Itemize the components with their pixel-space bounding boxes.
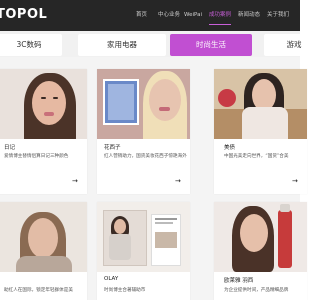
case-photo: [214, 202, 307, 272]
nav-item-news[interactable]: 新闻动态: [238, 0, 260, 31]
case-photo: [97, 69, 190, 139]
tab-games[interactable]: 游戏: [264, 34, 320, 56]
case-title: 美债: [224, 145, 236, 151]
tab-3c-digital[interactable]: 3C数码: [0, 34, 62, 56]
top-nav-bar: TOPOL 首页 中心业务 WeiPai 成功案例 新闻动态 关于我们: [0, 0, 300, 31]
arrow-right-icon[interactable]: →: [292, 177, 298, 185]
case-photo: [214, 69, 307, 139]
case-photo: [0, 69, 87, 139]
case-card[interactable]: 日记 爱情博主替情侣算日记三种颜色 →: [0, 69, 87, 194]
active-nav-underline: [209, 23, 232, 25]
case-title: OLAY: [104, 276, 119, 282]
case-description: 时尚博主合著辅助市: [104, 288, 146, 293]
nav-item-about[interactable]: 关于我们: [267, 0, 289, 31]
tab-fashion-life[interactable]: 时尚生活: [170, 34, 252, 56]
arrow-right-icon[interactable]: →: [72, 177, 78, 185]
case-card[interactable]: 欧莱雅 羽西 为企业提供时间，产品精细品牌: [214, 202, 307, 300]
arrow-right-icon[interactable]: →: [175, 177, 181, 185]
nav-item-weipai[interactable]: WeiPai: [184, 0, 202, 31]
case-title: 花西子: [104, 145, 121, 151]
case-description: 助红人在国际，锁定年轻群体是美: [4, 288, 73, 293]
case-card[interactable]: 美债 中国光美走向世界，“国货”合美 →: [214, 69, 307, 194]
nav-item-cases[interactable]: 成功案例: [209, 0, 232, 31]
case-card[interactable]: OLAY 时尚博主合著辅助市: [97, 202, 190, 300]
case-photo: [97, 202, 190, 272]
case-description: 中国光美走向世界，“国货”合美: [224, 154, 289, 159]
tab-home-appliances[interactable]: 家用电器: [78, 34, 166, 56]
nav-item-business[interactable]: 中心业务: [158, 0, 180, 31]
category-tab-bar: 3C数码 家用电器 时尚生活 游戏: [0, 31, 320, 57]
case-description: 红人营销助力，国货美妆花西子惊艳海外: [104, 154, 187, 159]
case-title: 欧莱雅 羽西: [224, 278, 254, 284]
brand-logo[interactable]: TOPOL: [0, 7, 47, 22]
case-title: 日记: [4, 145, 16, 151]
case-description: 爱情博主替情侣算日记三种颜色: [4, 154, 69, 159]
case-description: 为企业提供时间，产品精细品牌: [224, 288, 289, 293]
logo-text: TOPOL: [0, 7, 48, 22]
case-card[interactable]: 助红人在国际，锁定年轻群体是美: [0, 202, 87, 300]
case-card[interactable]: 花西子 红人营销助力，国货美妆花西子惊艳海外 →: [97, 69, 190, 194]
case-photo: [0, 202, 87, 272]
nav-item-home[interactable]: 首页: [136, 0, 147, 31]
